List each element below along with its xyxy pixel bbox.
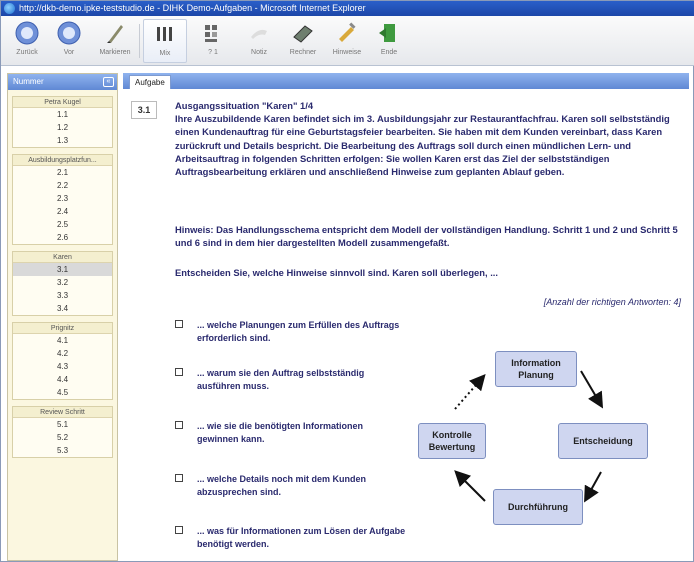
arrow-entscheidung-to-durchfuehrung (584, 471, 602, 503)
hints-button[interactable]: Hinweise (325, 19, 369, 63)
grid-icon (205, 25, 217, 42)
diagram-box-kontrolle-bewertung: Kontrolle Bewertung (418, 423, 486, 459)
exit-button[interactable]: Ende (367, 19, 411, 63)
back-button[interactable]: Zurück (5, 19, 49, 63)
sidebar-item-2-5[interactable]: 2.5 (13, 218, 112, 231)
mark-label: Markieren (99, 49, 131, 56)
sidebar-group-title: Review Schritt (13, 407, 112, 418)
sidebar-group: Ausbildungsplatzfun... 2.1 2.2 2.3 2.4 2.5 2.6 (12, 154, 113, 245)
back-label: Zurück (16, 49, 38, 56)
ie-logo-icon (4, 3, 15, 14)
mark-button[interactable]: Markieren (93, 19, 137, 63)
toolbar-separator (139, 24, 140, 58)
forward-arrow-icon (57, 21, 81, 45)
sidebar-item-4-5[interactable]: 4.5 (13, 386, 112, 399)
sidebar-groups: Petra Kugel 1.1 1.2 1.3 Ausbildungsplatzfun.… (8, 96, 117, 458)
columns-icon (157, 27, 172, 41)
sidebar-item-3-3[interactable]: 3.3 (13, 289, 112, 302)
sidebar-item-1-2[interactable]: 1.2 (13, 121, 112, 134)
overview-button[interactable]: ? 1 (191, 19, 235, 63)
sidebar-group: Petra Kugel 1.1 1.2 1.3 (12, 96, 113, 148)
collapse-icon[interactable]: « (103, 77, 114, 87)
tab-aufgabe[interactable]: Aufgabe (129, 75, 171, 89)
sidebar-group: Review Schritt 5.1 5.2 5.3 (12, 406, 113, 458)
sidebar-item-5-2[interactable]: 5.2 (13, 431, 112, 444)
diagram-box-entscheidung: Entscheidung (558, 423, 648, 459)
sidebar-item-4-3[interactable]: 4.3 (13, 360, 112, 373)
sidebar-item-5-1[interactable]: 5.1 (13, 418, 112, 431)
arrow-kontrolle-to-info (454, 373, 486, 410)
calculator-label: Rechner (289, 49, 317, 56)
task-content: 3.1 Ausgangssituation "Karen" 1/4 Ihre A… (123, 89, 689, 561)
diagram-box-information-planung: Information Planung (495, 351, 577, 387)
diagram-label-durchfuehrung: Durchführung (508, 502, 568, 512)
sidebar-item-4-1[interactable]: 4.1 (13, 334, 112, 347)
sidebar-group-title: Karen (13, 252, 112, 263)
exit-icon (379, 24, 395, 42)
sidebar-item-2-4[interactable]: 2.4 (13, 205, 112, 218)
sidebar-item-4-4[interactable]: 4.4 (13, 373, 112, 386)
sidebar-item-3-2[interactable]: 3.2 (13, 276, 112, 289)
sidebar-group-title: Ausbildungsplatzfun... (13, 155, 112, 166)
calculator-icon (293, 25, 313, 43)
tab-bar: Aufgabe (123, 73, 689, 89)
sidebar-item-5-3[interactable]: 5.3 (13, 444, 112, 457)
sidebar-header: Nummer « (8, 74, 117, 90)
note-button[interactable]: Notiz (237, 19, 281, 63)
diagram-label-entscheidung: Entscheidung (573, 436, 633, 446)
sidebar-group-title: Petra Kugel (13, 97, 112, 108)
diagram-box-durchfuehrung: Durchführung (493, 489, 583, 525)
diagram-label-kontrolle: Kontrolle Bewertung (428, 430, 476, 452)
mix-button[interactable]: Mix (143, 19, 187, 63)
note-label: Notiz (251, 49, 267, 56)
sidebar-item-2-6[interactable]: 2.6 (13, 231, 112, 244)
sidebar-header-label: Nummer (13, 77, 44, 86)
sidebar-item-1-3[interactable]: 1.3 (13, 134, 112, 147)
toolbar: Zurück Vor Markieren Mix ? 1 Notiz Rechn… (1, 16, 694, 66)
cycle-diagram-arrows (454, 370, 604, 503)
sidebar-item-3-1[interactable]: 3.1 (13, 263, 112, 276)
browser-window: http://dkb-demo.ipke-teststudio.de - DIH… (0, 0, 694, 562)
window-title: http://dkb-demo.ipke-teststudio.de - DIH… (19, 3, 366, 13)
sidebar-item-2-1[interactable]: 2.1 (13, 166, 112, 179)
sidebar-group-title: Prignitz (13, 323, 112, 334)
pen-icon (107, 25, 123, 43)
sidebar-group: Prignitz 4.1 4.2 4.3 4.4 4.5 (12, 322, 113, 400)
sidebar-item-2-2[interactable]: 2.2 (13, 179, 112, 192)
forward-label: Vor (63, 49, 75, 56)
calculator-button[interactable]: Rechner (281, 19, 325, 63)
overview-label: ? 1 (208, 49, 218, 56)
pencil-icon (339, 22, 356, 42)
exit-label: Ende (380, 49, 398, 56)
title-bar: http://dkb-demo.ipke-teststudio.de - DIH… (1, 1, 694, 16)
note-icon (251, 29, 267, 39)
sidebar-item-3-4[interactable]: 3.4 (13, 302, 112, 315)
arrow-durchfuehrung-to-kontrolle (454, 470, 486, 502)
sidebar-group: Karen 3.1 3.2 3.3 3.4 (12, 251, 113, 316)
sidebar-item-1-1[interactable]: 1.1 (13, 108, 112, 121)
sidebar-item-2-3[interactable]: 2.3 (13, 192, 112, 205)
forward-button[interactable]: Vor (47, 19, 91, 63)
arrow-info-to-entscheidung (580, 370, 604, 409)
sidebar-item-4-2[interactable]: 4.2 (13, 347, 112, 360)
back-arrow-icon (15, 21, 39, 45)
question-sidebar: Nummer « Petra Kugel 1.1 1.2 1.3 Ausbildungs… (7, 73, 118, 561)
mix-label: Mix (159, 50, 171, 57)
diagram-label-info: Information Planung (511, 358, 561, 380)
hints-label: Hinweise (332, 49, 362, 56)
